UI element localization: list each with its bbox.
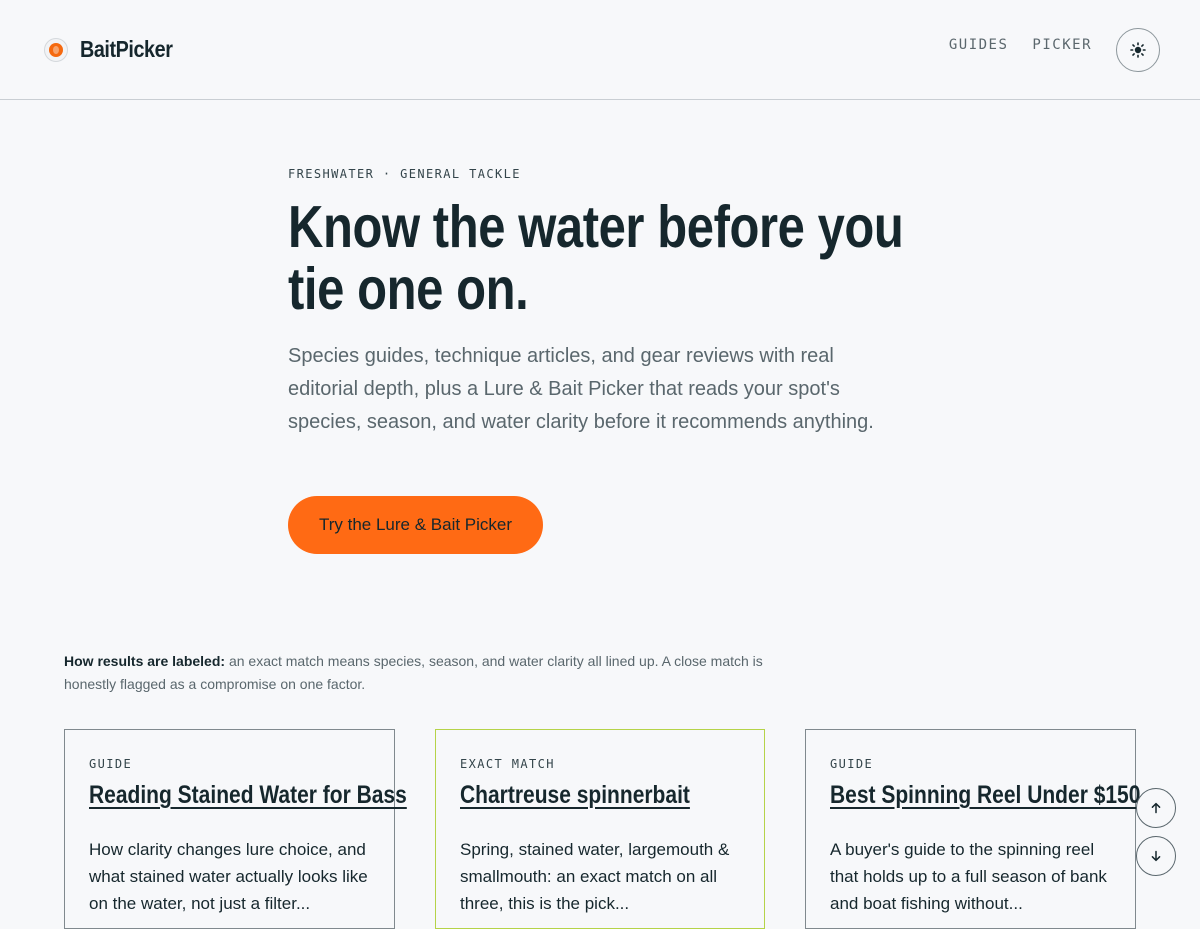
card-guide-stained-water[interactable]: GUIDE Reading Stained Water for Bass How… — [64, 729, 407, 929]
arrow-down-icon — [1151, 850, 1161, 862]
brand-logo[interactable]: BaitPicker — [44, 36, 188, 63]
nav-picker[interactable]: PICKER — [1032, 37, 1092, 53]
hero-eyebrow: FRESHWATER · GENERAL TACKLE — [288, 167, 521, 181]
bait-logo-icon — [44, 37, 68, 62]
card-description: How clarity changes lure choice, and wha… — [89, 840, 368, 913]
card-description: Spring, stained water, largemouth & smal… — [460, 840, 730, 913]
scroll-up-button[interactable] — [1136, 788, 1176, 828]
brand-name: BaitPicker — [80, 36, 173, 62]
nav-guides[interactable]: GUIDES — [949, 37, 1009, 53]
note-label: How results are labeled: — [64, 653, 226, 669]
card-guide-spinning-reel[interactable]: GUIDE Best Spinning Reel Under $150 A bu… — [805, 729, 1140, 929]
results-label-note: How results are labeled: an exact match … — [64, 650, 774, 696]
hero-subtitle: Species guides, technique articles, and … — [288, 345, 874, 433]
hero-title: Know the water before you tie one on. — [288, 194, 904, 322]
card-tag: EXACT MATCH — [460, 757, 555, 771]
main-nav: GUIDES PICKER — [949, 37, 1092, 53]
scroll-down-button[interactable] — [1136, 836, 1176, 876]
try-picker-button[interactable]: Try the Lure & Bait Picker — [288, 496, 543, 554]
site-header: BaitPicker GUIDES PICKER — [0, 0, 1200, 100]
card-title-link[interactable]: Reading Stained Water for Bass — [89, 781, 407, 810]
card-tag: GUIDE — [89, 757, 133, 771]
arrow-up-icon — [1151, 802, 1161, 814]
card-tag: GUIDE — [830, 757, 874, 771]
sun-icon — [1130, 42, 1146, 58]
card-exact-match-spinnerbait[interactable]: EXACT MATCH Chartreuse spinnerbait Sprin… — [435, 729, 765, 929]
card-description: A buyer's guide to the spinning reel tha… — [830, 840, 1107, 913]
theme-toggle-button[interactable] — [1116, 28, 1160, 72]
card-title-link[interactable]: Chartreuse spinnerbait — [460, 781, 690, 810]
card-title-link[interactable]: Best Spinning Reel Under $150 — [830, 781, 1140, 810]
